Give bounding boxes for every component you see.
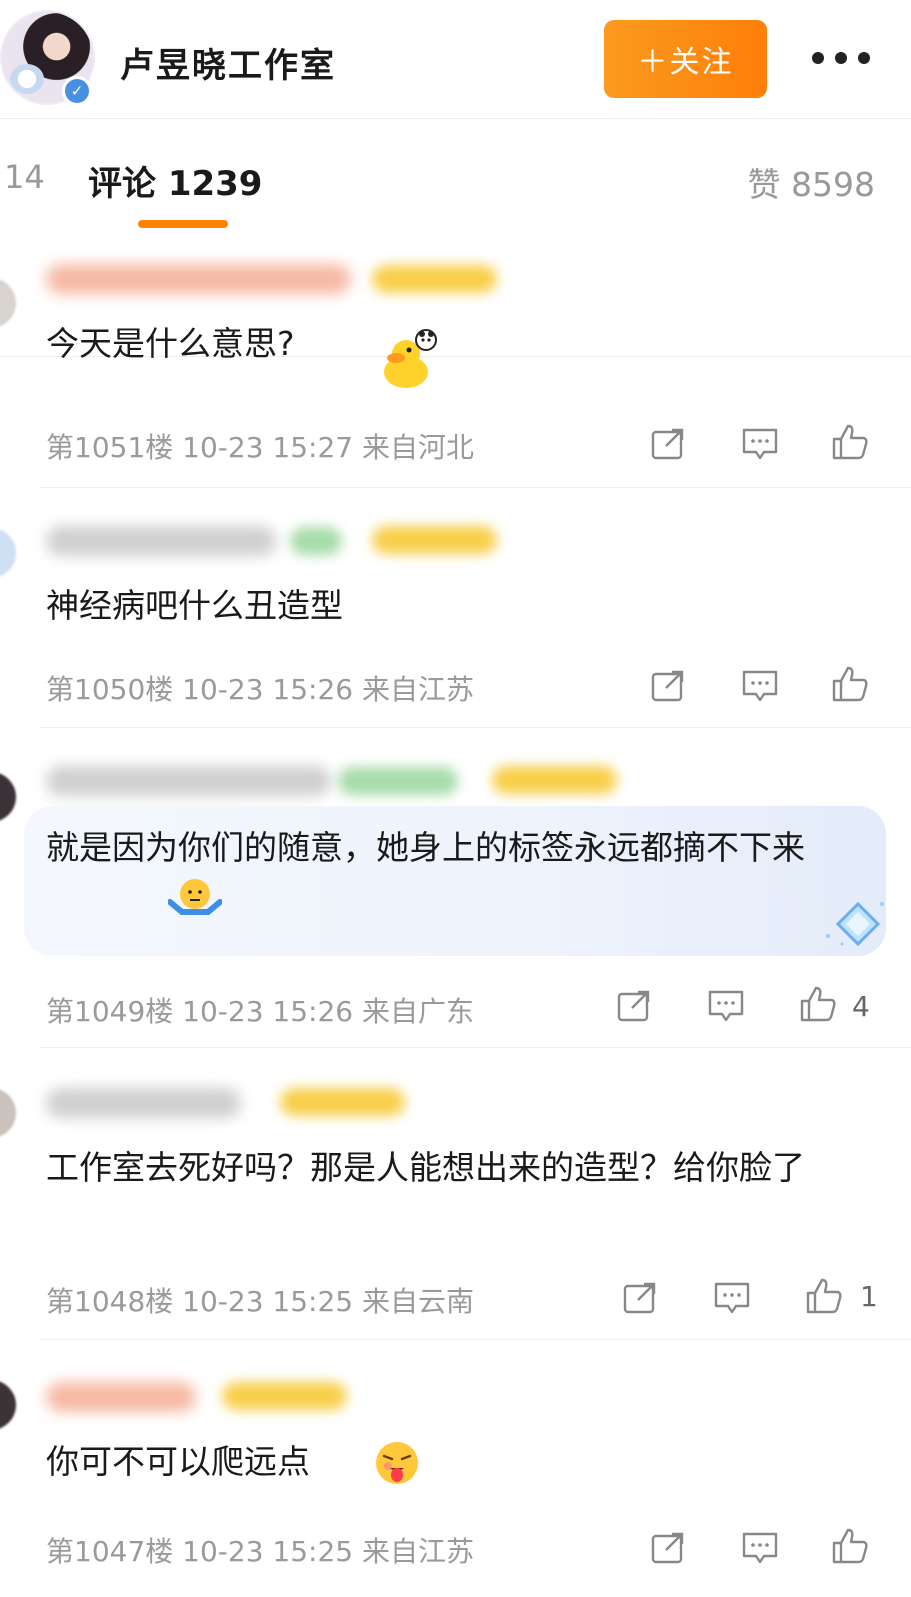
like-icon[interactable] xyxy=(830,1526,870,1566)
tab-comments[interactable]: 评论 1239 xyxy=(88,156,262,205)
verified-badge-icon: ✓ xyxy=(62,76,92,106)
user-badge-blurred xyxy=(338,767,458,795)
comment-meta: 第1051楼 10-23 15:27 来自河北 xyxy=(46,431,475,464)
comment-text: 今天是什么意思? xyxy=(46,324,295,363)
comment-text: 就是因为你们的随意，她身上的标签永远都摘不下来 xyxy=(46,828,805,867)
comment-text: 神经病吧什么丑造型 xyxy=(46,586,343,625)
reply-icon[interactable] xyxy=(740,1528,780,1568)
user-badge-blurred xyxy=(290,527,342,555)
comment-meta: 第1049楼 10-23 15:26 来自广东 xyxy=(46,995,475,1028)
reply-icon[interactable] xyxy=(740,666,780,706)
shrug-emoji-icon xyxy=(168,879,222,915)
like-count: 4 xyxy=(852,990,870,1023)
post-tabs: 14 评论 1239 赞 8598 xyxy=(0,120,911,357)
username-blurred[interactable] xyxy=(46,264,351,294)
reply-icon[interactable] xyxy=(740,424,780,464)
comment-item: 神经病吧什么丑造型 第1050楼 10-23 15:26 来自江苏 xyxy=(0,488,911,728)
comment-meta: 第1048楼 10-23 15:25 来自云南 xyxy=(46,1285,475,1318)
comment-meta: 第1050楼 10-23 15:26 来自江苏 xyxy=(46,673,475,706)
diamond-sparkle-icon xyxy=(826,901,884,947)
user-badge-blurred xyxy=(280,1088,405,1116)
user-badge-blurred xyxy=(372,265,497,293)
user-badge-blurred xyxy=(222,1382,347,1410)
username-blurred[interactable] xyxy=(46,526,276,556)
share-icon[interactable] xyxy=(648,666,688,706)
active-tab-indicator xyxy=(138,220,228,228)
avatar[interactable] xyxy=(0,772,16,822)
avatar[interactable] xyxy=(0,1380,16,1430)
like-icon[interactable] xyxy=(830,664,870,704)
share-icon[interactable] xyxy=(648,1528,688,1568)
comment-text: 你可不可以爬远点 xyxy=(46,1442,310,1481)
comment-item: 就是因为你们的随意，她身上的标签永远都摘不下来 第1049楼 10-23 15:… xyxy=(0,728,911,1048)
divider xyxy=(0,118,911,119)
share-icon[interactable] xyxy=(648,424,688,464)
avatar[interactable] xyxy=(0,528,16,578)
comment-text: 工作室去死好吗？那是人能想出来的造型？给你脸了 xyxy=(46,1148,805,1187)
username-blurred[interactable] xyxy=(46,1382,196,1412)
like-icon[interactable] xyxy=(804,1276,844,1316)
user-badge-blurred xyxy=(372,526,497,554)
comment-item: 今天是什么意思? 第1051楼 10-23 15:27 来自河北 xyxy=(0,238,911,488)
avatar[interactable] xyxy=(0,1088,16,1138)
tab-likes[interactable]: 赞 8598 xyxy=(748,158,875,206)
duck-emoji-icon xyxy=(384,329,437,388)
reply-icon[interactable] xyxy=(706,986,746,1026)
like-icon[interactable] xyxy=(798,984,838,1024)
tab-reposts[interactable]: 14 xyxy=(4,158,45,196)
avatar-decoration xyxy=(10,64,44,94)
reply-icon[interactable] xyxy=(712,1278,752,1318)
comment-meta: 第1047楼 10-23 15:25 来自江苏 xyxy=(46,1535,475,1568)
username-blurred[interactable] xyxy=(46,1088,241,1118)
like-count: 1 xyxy=(860,1280,878,1313)
account-name[interactable]: 卢昱晓工作室 xyxy=(120,38,336,87)
follow-button[interactable]: ＋关注 xyxy=(604,20,767,98)
comment-item: 你可不可以爬远点 第1047楼 10-23 15:25 来自江苏 xyxy=(0,1340,911,1597)
more-options-icon[interactable] xyxy=(812,46,882,70)
user-badge-blurred xyxy=(492,766,617,794)
like-icon[interactable] xyxy=(830,422,870,462)
profile-header: ✓ 卢昱晓工作室 ＋关注 xyxy=(0,0,911,120)
avatar[interactable] xyxy=(0,278,16,328)
share-icon[interactable] xyxy=(614,986,654,1026)
tongue-emoji-icon xyxy=(376,1442,418,1484)
username-blurred[interactable] xyxy=(46,766,331,796)
comment-item: 工作室去死好吗？那是人能想出来的造型？给你脸了 第1048楼 10-23 15:… xyxy=(0,1048,911,1340)
share-icon[interactable] xyxy=(620,1278,660,1318)
